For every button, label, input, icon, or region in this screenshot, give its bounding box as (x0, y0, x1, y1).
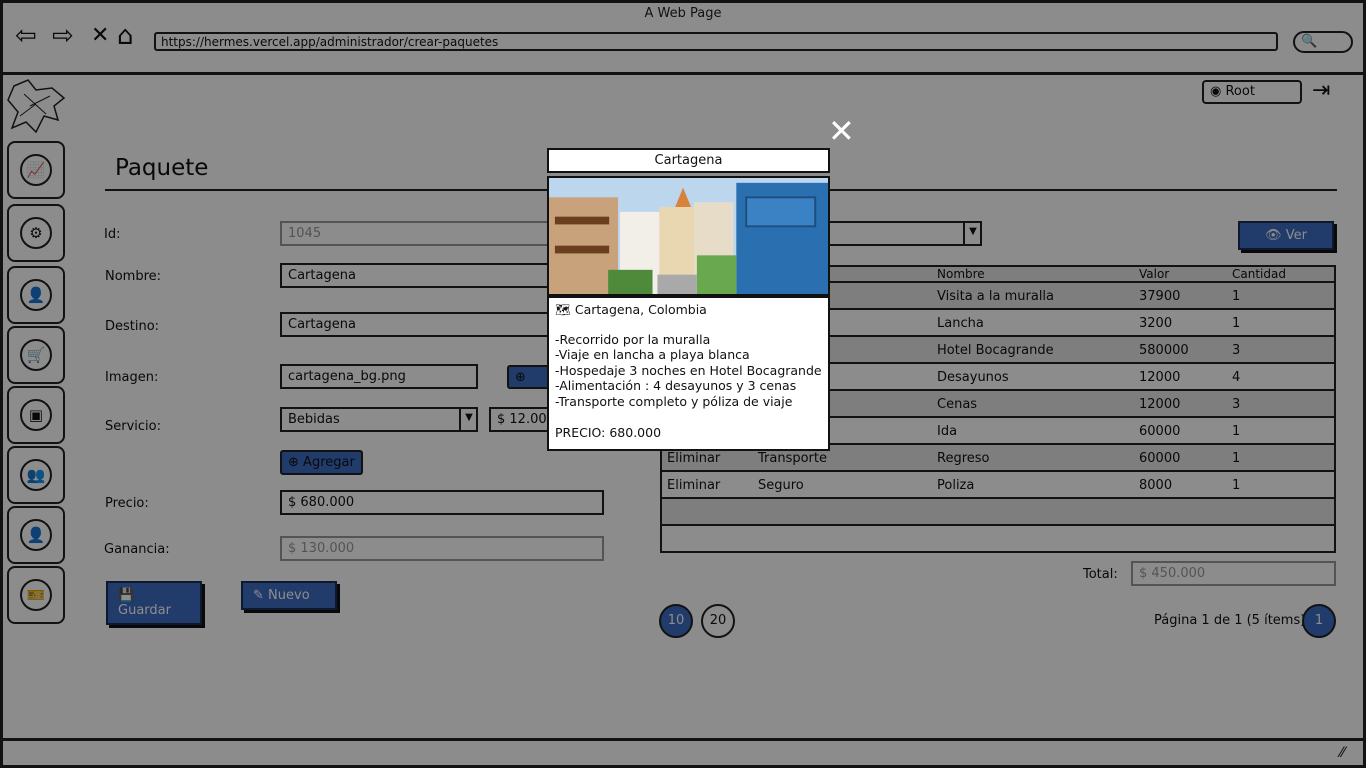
modal-location-text: Cartagena, Colombia (574, 302, 707, 317)
modal-location: 🗺 Cartagena, Colombia (555, 302, 822, 318)
modal-title: Cartagena (547, 148, 830, 173)
modal-line: -Hospedaje 3 noches en Hotel Bocagrande (555, 362, 822, 378)
modal-image (547, 176, 830, 296)
modal-line: -Alimentación : 4 desayunos y 3 cenas (555, 378, 797, 394)
modal-line: -Recorrido por la muralla (555, 331, 711, 347)
modal-body: 🗺 Cartagena, Colombia -Recorrido por la … (547, 296, 830, 451)
modal-line: -Viaje en lancha a playa blanca (555, 347, 750, 363)
map-icon: 🗺 (555, 302, 571, 317)
close-icon[interactable]: ✕ (828, 115, 855, 147)
modal-line: -Transporte completo y póliza de viaje (555, 393, 793, 409)
modal-price: PRECIO: 680.000 (555, 424, 662, 440)
